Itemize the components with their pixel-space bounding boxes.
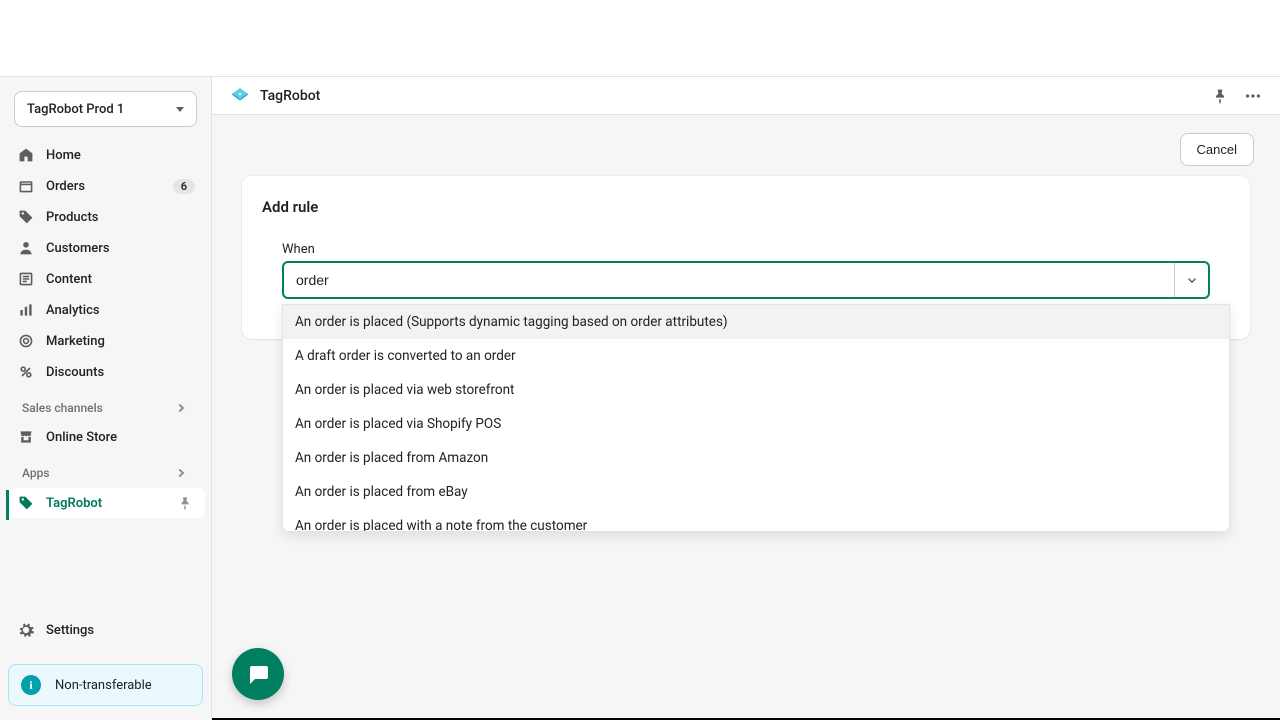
- products-icon: [16, 207, 36, 227]
- nav-label: Content: [46, 272, 195, 287]
- combobox-toggle[interactable]: [1174, 263, 1208, 297]
- pin-icon[interactable]: [175, 496, 195, 510]
- card-title: Add rule: [262, 198, 1230, 216]
- store-icon: [16, 427, 36, 447]
- info-icon: i: [21, 675, 41, 695]
- chevron-right-icon: [176, 404, 184, 412]
- app-frame: TagRobot Prod 1 Home Orders 6: [0, 77, 1280, 720]
- more-icon[interactable]: [1244, 87, 1262, 105]
- dropdown-option[interactable]: An order is placed via web storefront: [283, 373, 1229, 407]
- home-icon: [16, 145, 36, 165]
- sidebar-bottom: Settings i Non-transferable: [0, 614, 211, 720]
- nav-orders[interactable]: Orders 6: [6, 171, 205, 201]
- app-header: TagRobot: [212, 77, 1280, 115]
- gear-icon: [16, 620, 36, 640]
- orders-icon: [16, 176, 36, 196]
- sidebar: TagRobot Prod 1 Home Orders 6: [0, 77, 212, 720]
- nav-label: Customers: [46, 241, 195, 256]
- nav-content[interactable]: Content: [6, 264, 205, 294]
- info-text: Non-transferable: [55, 678, 152, 693]
- dropdown-scroll[interactable]: An order is placed (Supports dynamic tag…: [283, 305, 1229, 531]
- nav-analytics[interactable]: Analytics: [6, 295, 205, 325]
- nav-online-store[interactable]: Online Store: [6, 422, 205, 452]
- nav-app-tagrobot[interactable]: TagRobot: [6, 488, 205, 518]
- chat-icon: [246, 662, 270, 686]
- nav-label: Discounts: [46, 365, 195, 380]
- chat-fab[interactable]: [232, 648, 284, 700]
- action-bar: Cancel: [212, 115, 1280, 176]
- top-gap: [0, 0, 1280, 77]
- analytics-icon: [16, 300, 36, 320]
- when-label: When: [282, 242, 1210, 257]
- nav-label: Orders: [46, 179, 173, 194]
- when-input[interactable]: [284, 272, 1174, 288]
- nav-products[interactable]: Products: [6, 202, 205, 232]
- dropdown-option[interactable]: An order is placed from Amazon: [283, 441, 1229, 475]
- pin-icon[interactable]: [1212, 88, 1228, 104]
- customers-icon: [16, 238, 36, 258]
- tag-icon: [16, 493, 36, 513]
- dropdown-option[interactable]: An order is placed with a note from the …: [283, 509, 1229, 531]
- discounts-icon: [16, 362, 36, 382]
- when-combobox[interactable]: [282, 261, 1210, 299]
- sales-channels-header[interactable]: Sales channels: [6, 395, 205, 421]
- caret-down-icon: [176, 107, 184, 112]
- nav-label: Settings: [46, 623, 195, 638]
- dropdown-option[interactable]: An order is placed via Shopify POS: [283, 407, 1229, 441]
- section-label: Apps: [22, 466, 50, 480]
- nav-discounts[interactable]: Discounts: [6, 357, 205, 387]
- section-label: Sales channels: [22, 401, 103, 415]
- when-dropdown: An order is placed (Supports dynamic tag…: [282, 304, 1230, 532]
- marketing-icon: [16, 331, 36, 351]
- nav-label: Marketing: [46, 334, 195, 349]
- nav-label: Products: [46, 210, 195, 225]
- cancel-button[interactable]: Cancel: [1180, 133, 1254, 166]
- nav-home[interactable]: Home: [6, 140, 205, 170]
- info-banner[interactable]: i Non-transferable: [8, 664, 203, 706]
- primary-nav: Home Orders 6 Products Customers: [0, 135, 211, 524]
- when-field: When An order is placed (Supports dynami…: [262, 242, 1230, 299]
- content-icon: [16, 269, 36, 289]
- nav-label: Online Store: [46, 430, 195, 445]
- store-switcher[interactable]: TagRobot Prod 1: [14, 91, 197, 127]
- nav-label: Home: [46, 148, 195, 163]
- dropdown-option[interactable]: An order is placed from eBay: [283, 475, 1229, 509]
- apps-header[interactable]: Apps: [6, 460, 205, 486]
- dropdown-option[interactable]: A draft order is converted to an order: [283, 339, 1229, 373]
- orders-badge: 6: [173, 179, 195, 194]
- app-header-actions: [1212, 87, 1262, 105]
- dropdown-option[interactable]: An order is placed (Supports dynamic tag…: [283, 305, 1229, 339]
- chevron-right-icon: [176, 469, 184, 477]
- nav-marketing[interactable]: Marketing: [6, 326, 205, 356]
- add-rule-card: Add rule When An order is placed (Suppor…: [242, 176, 1250, 339]
- store-switcher-label: TagRobot Prod 1: [27, 102, 124, 117]
- app-title: TagRobot: [260, 88, 320, 104]
- main-area: TagRobot Cancel Add rule When: [212, 77, 1280, 720]
- nav-settings[interactable]: Settings: [6, 614, 205, 646]
- nav-customers[interactable]: Customers: [6, 233, 205, 263]
- app-emblem-icon: [230, 86, 250, 106]
- nav-label: Analytics: [46, 303, 195, 318]
- nav-label: TagRobot: [46, 496, 175, 511]
